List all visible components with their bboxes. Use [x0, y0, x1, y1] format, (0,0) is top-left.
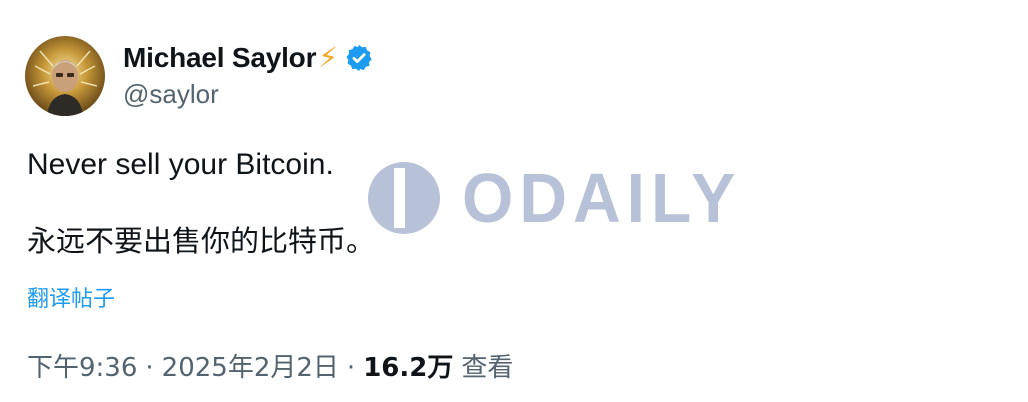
lightning-bolt-icon: ⚡ — [318, 42, 338, 73]
views-count[interactable]: 16.2万 — [363, 347, 453, 384]
odaily-logo-icon — [368, 162, 440, 234]
post-date[interactable]: 2025年2月2日 — [162, 347, 339, 384]
author-name-row[interactable]: Michael Saylor ⚡ — [123, 38, 374, 78]
separator-dot: · — [145, 353, 154, 383]
post-time[interactable]: 下午9:36 — [27, 347, 137, 384]
author-handle[interactable]: @saylor — [123, 79, 219, 110]
tweet-card: Michael Saylor ⚡ @saylor Never sell your… — [0, 0, 1028, 402]
watermark: ODAILY — [364, 158, 741, 238]
tweet-text-english: Never sell your Bitcoin. — [27, 148, 334, 181]
author-name[interactable]: Michael Saylor — [123, 42, 316, 74]
watermark-text: ODAILY — [462, 159, 742, 237]
tweet-meta: 下午9:36 · 2025年2月2日 · 16.2万 查看 — [27, 347, 513, 384]
verified-badge-icon[interactable] — [344, 43, 374, 73]
views-label: 查看 — [461, 353, 514, 383]
avatar[interactable] — [25, 36, 105, 116]
avatar-image — [25, 36, 105, 116]
separator-dot: · — [346, 353, 356, 383]
translate-post-link[interactable]: 翻译帖子 — [27, 281, 115, 313]
tweet-text-chinese: 永远不要出售你的比特币。 — [27, 224, 376, 258]
